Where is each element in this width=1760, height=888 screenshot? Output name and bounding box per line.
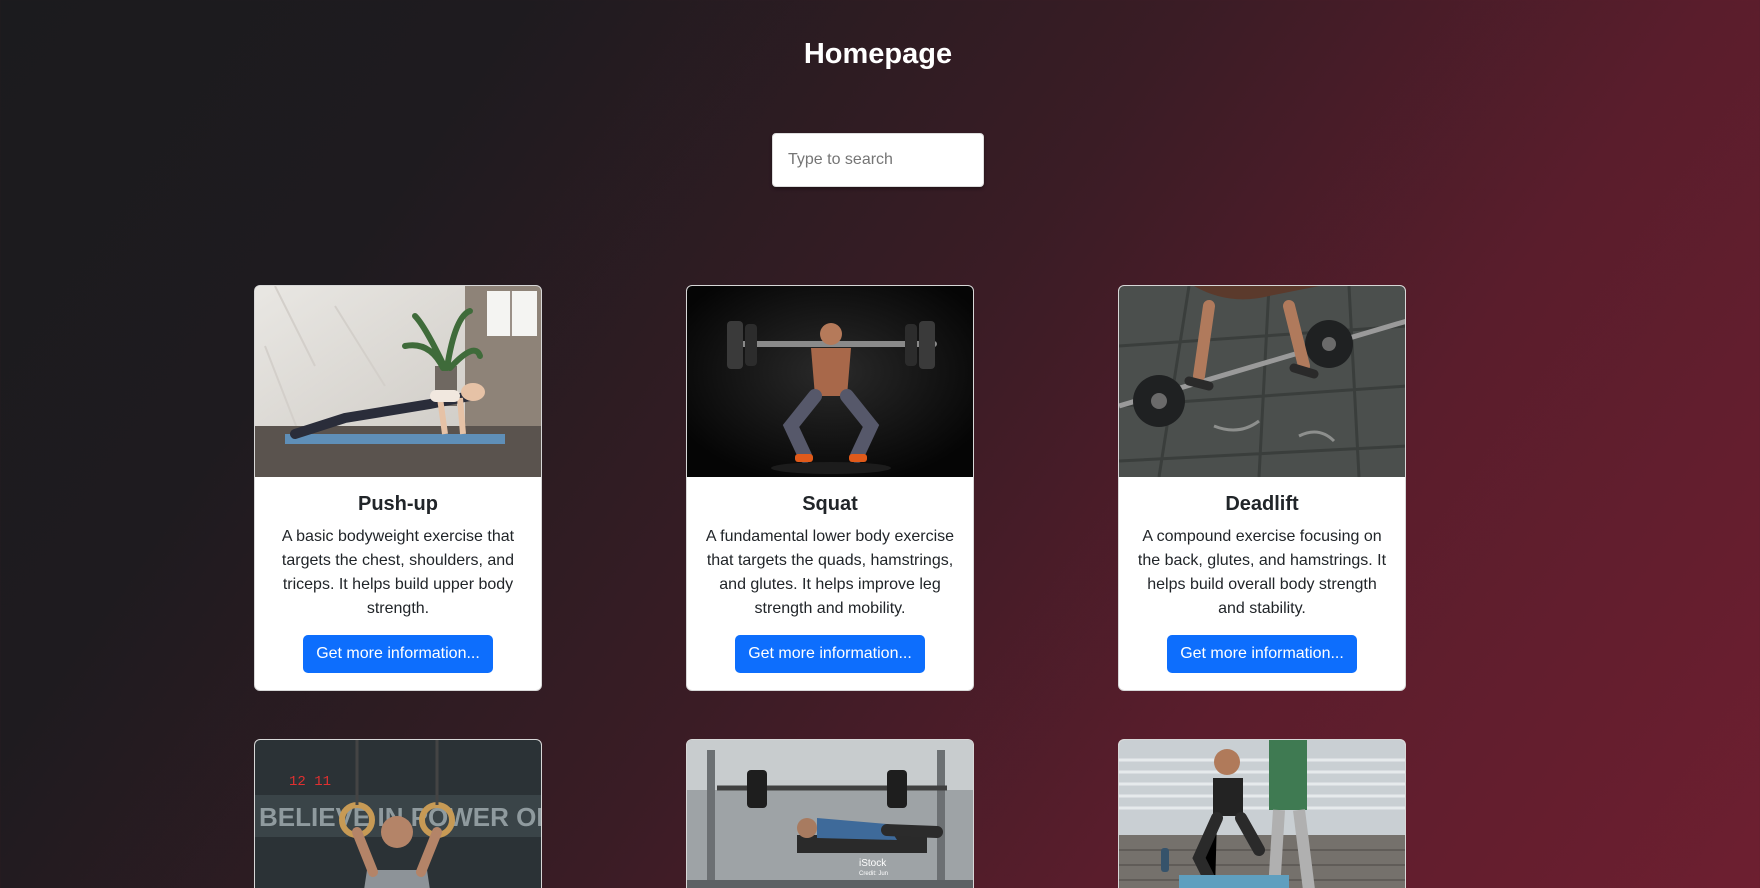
squat-image: [687, 286, 973, 477]
rings-exercise-image: BELIEVE IN POWER OF COMMU 12 11: [255, 740, 541, 888]
exercise-card-push-up: Push-up A basic bodyweight exercise that…: [254, 285, 542, 691]
get-more-info-button[interactable]: Get more information...: [303, 635, 493, 673]
istock-credit: Credit: Jun: [859, 871, 888, 877]
exercise-description: A compound exercise focusing on the back…: [1137, 528, 1387, 617]
lunge-training-image: [1119, 740, 1405, 888]
exercise-card-bench-press: iStock Credit: Jun: [686, 739, 974, 888]
exercise-card-deadlift: Deadlift A compound exercise focusing on…: [1118, 285, 1406, 691]
exercise-card-lunge: [1118, 739, 1406, 888]
exercise-card-rings: BELIEVE IN POWER OF COMMU 12 11: [254, 739, 542, 888]
istock-watermark: iStock: [859, 858, 887, 869]
get-more-info-button[interactable]: Get more information...: [1167, 635, 1357, 673]
exercise-card-squat: Squat A fundamental lower body exercise …: [686, 285, 974, 691]
exercise-description: A basic bodyweight exercise that targets…: [281, 528, 515, 617]
exercise-title: Squat: [802, 493, 858, 515]
exercise-title: Deadlift: [1225, 493, 1299, 515]
page-title: Homepage: [803, 38, 953, 70]
get-more-info-button[interactable]: Get more information...: [735, 635, 925, 673]
deadlift-image: [1119, 286, 1405, 477]
search-input[interactable]: [772, 133, 984, 187]
gym-clock: 12 11: [289, 774, 331, 790]
push-up-image: [255, 286, 541, 477]
exercise-description: A fundamental lower body exercise that t…: [705, 528, 955, 617]
bench-press-image: iStock Credit: Jun: [687, 740, 973, 888]
exercise-title: Push-up: [358, 493, 438, 515]
